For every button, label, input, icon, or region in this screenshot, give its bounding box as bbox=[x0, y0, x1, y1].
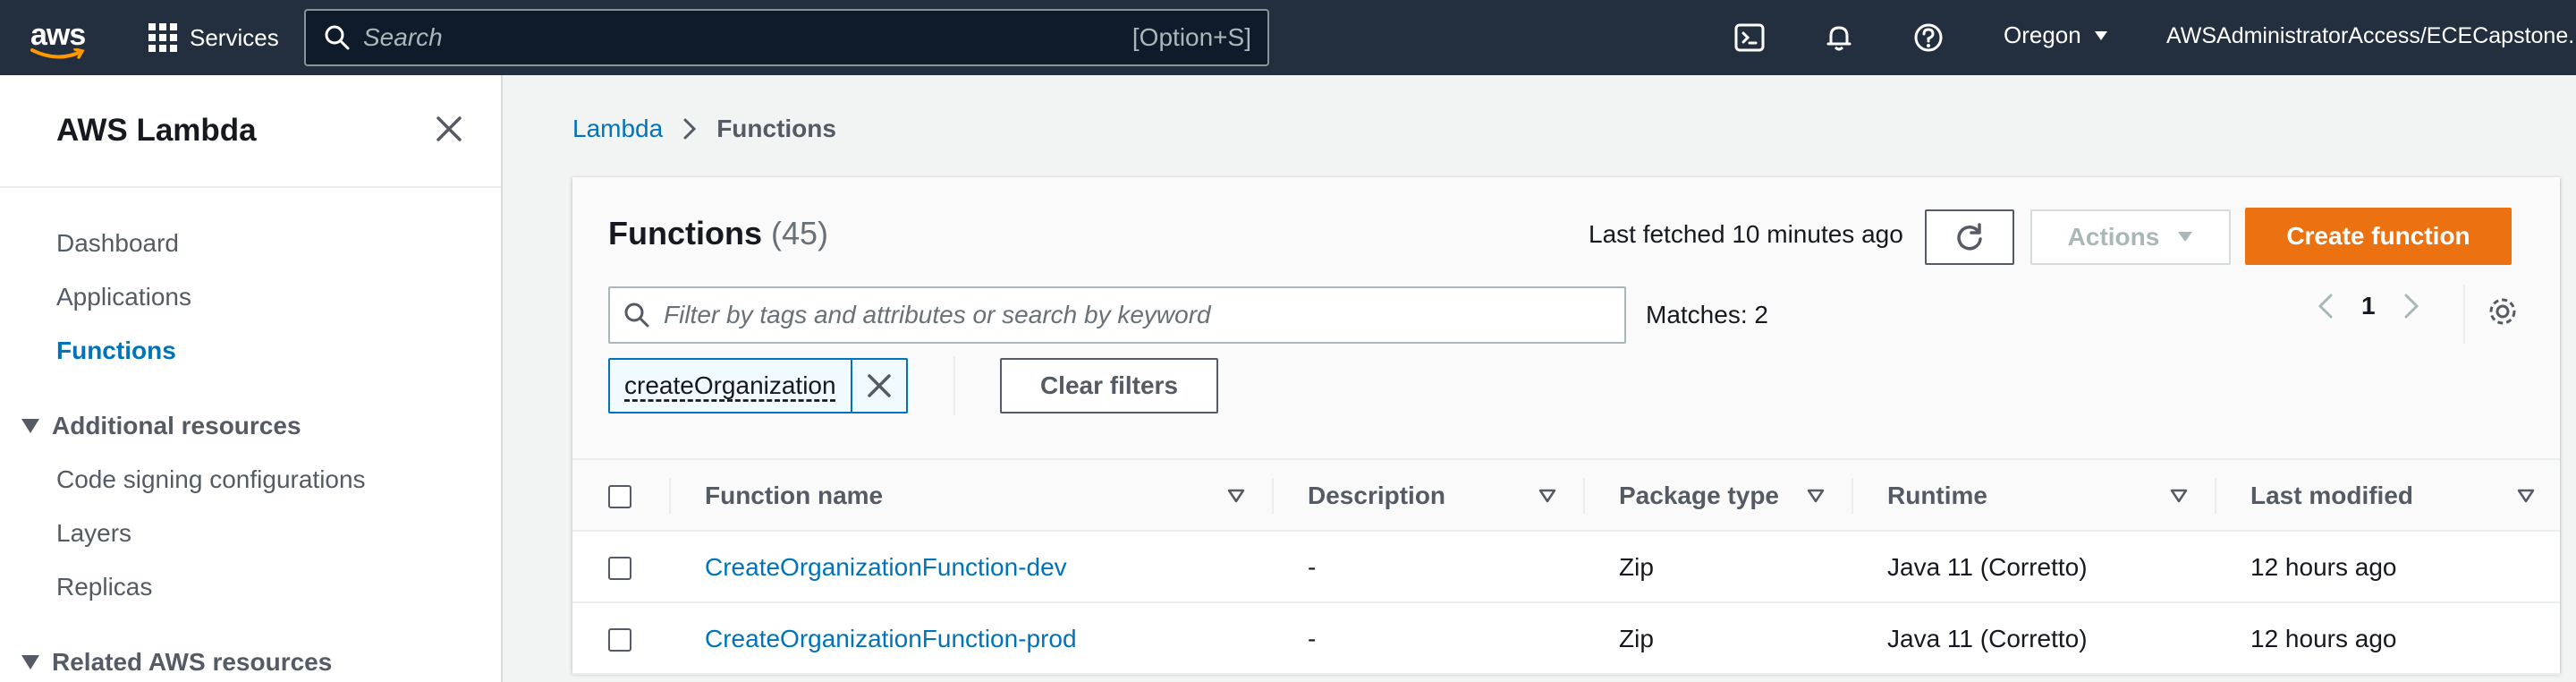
top-navigation-bar: aws Services [Option+S] bbox=[0, 0, 2576, 75]
sidebar-item-functions[interactable]: Functions bbox=[56, 337, 176, 365]
clear-filters-button[interactable]: Clear filters bbox=[1000, 358, 1218, 413]
function-description: - bbox=[1308, 625, 1317, 652]
function-name-link[interactable]: CreateOrganizationFunction-prod bbox=[705, 625, 1077, 653]
expand-caret-icon bbox=[21, 419, 39, 433]
grid-icon bbox=[148, 23, 177, 52]
sidebar-item-dashboard[interactable]: Dashboard bbox=[56, 229, 179, 258]
sidebar-section-label: Additional resources bbox=[52, 412, 301, 439]
filter-divider bbox=[953, 356, 955, 415]
services-menu-button[interactable]: Services bbox=[148, 20, 279, 55]
sort-icon[interactable] bbox=[1538, 489, 1556, 503]
chevron-right-icon[interactable] bbox=[2402, 293, 2420, 320]
help-icon[interactable] bbox=[1911, 20, 1946, 55]
remove-filter-token-button[interactable] bbox=[852, 360, 906, 412]
search-icon bbox=[325, 25, 350, 50]
chevron-right-icon bbox=[683, 118, 697, 140]
page-title: Functions (45) bbox=[608, 215, 828, 252]
current-page-number[interactable]: 1 bbox=[2361, 292, 2376, 320]
global-search-input[interactable] bbox=[363, 23, 1079, 52]
column-divider bbox=[1583, 478, 1585, 514]
close-icon bbox=[436, 116, 462, 141]
side-navigation: AWS Lambda Dashboard Applications Functi… bbox=[0, 75, 503, 682]
sidebar-section-additional-resources[interactable]: Additional resources bbox=[21, 412, 301, 440]
filter-token-label[interactable]: createOrganization bbox=[610, 360, 852, 412]
column-divider bbox=[1852, 478, 1853, 514]
sidebar-section-related-resources[interactable]: Related AWS resources bbox=[21, 648, 332, 677]
global-search-box[interactable]: [Option+S] bbox=[304, 9, 1269, 66]
filter-search-box[interactable] bbox=[608, 286, 1626, 344]
aws-smile-icon bbox=[30, 48, 85, 59]
refresh-icon bbox=[1957, 223, 1982, 251]
pagination: 1 bbox=[2317, 292, 2420, 320]
function-runtime: Java 11 (Corretto) bbox=[1887, 553, 2088, 581]
table-settings-button[interactable] bbox=[2487, 295, 2519, 332]
function-package-type: Zip bbox=[1619, 625, 1654, 652]
row-checkbox[interactable] bbox=[608, 557, 631, 580]
sort-icon[interactable] bbox=[1807, 489, 1825, 503]
aws-logo[interactable]: aws bbox=[29, 18, 91, 59]
sidebar-item-layers[interactable]: Layers bbox=[56, 519, 131, 548]
column-divider bbox=[1272, 478, 1274, 514]
table-row[interactable]: CreateOrganizationFunction-prod - Zip Ja… bbox=[572, 603, 2560, 675]
actions-dropdown-button[interactable]: Actions bbox=[2030, 209, 2231, 265]
function-name-link[interactable]: CreateOrganizationFunction-dev bbox=[705, 553, 1067, 582]
select-all-checkbox[interactable] bbox=[608, 485, 631, 508]
breadcrumb-lambda-link[interactable]: Lambda bbox=[572, 115, 663, 143]
column-header-function-name[interactable]: Function name bbox=[705, 482, 883, 510]
table-header: Function name Description Package type R… bbox=[572, 460, 2560, 532]
functions-panel: Functions (45) Last fetched 10 minutes a… bbox=[572, 177, 2560, 675]
sort-icon[interactable] bbox=[2170, 489, 2188, 503]
refresh-button[interactable] bbox=[1925, 209, 2014, 265]
sidebar-section-label: Related AWS resources bbox=[52, 648, 333, 676]
function-last-modified: 12 hours ago bbox=[2250, 553, 2397, 581]
caret-down-icon bbox=[2094, 30, 2107, 40]
sort-icon[interactable] bbox=[2517, 489, 2535, 503]
sidebar-item-applications[interactable]: Applications bbox=[56, 283, 191, 311]
search-icon bbox=[624, 303, 649, 328]
panel-header: Functions (45) Last fetched 10 minutes a… bbox=[572, 177, 2560, 460]
filter-input[interactable] bbox=[664, 301, 1558, 329]
region-label: Oregon bbox=[2004, 21, 2081, 48]
actions-label: Actions bbox=[2067, 223, 2160, 251]
sidebar-item-replicas[interactable]: Replicas bbox=[56, 573, 152, 601]
panel-title-text: Functions bbox=[608, 215, 762, 251]
column-header-package-type[interactable]: Package type bbox=[1619, 482, 1779, 510]
pager-divider bbox=[2463, 285, 2465, 344]
close-icon bbox=[867, 374, 891, 397]
last-fetched-text: Last fetched 10 minutes ago bbox=[1589, 220, 1903, 248]
row-checkbox[interactable] bbox=[608, 628, 631, 652]
cloudshell-icon[interactable] bbox=[1732, 20, 1767, 55]
breadcrumb-current: Functions bbox=[716, 115, 836, 142]
sidebar-title[interactable]: AWS Lambda bbox=[56, 113, 257, 149]
column-header-runtime[interactable]: Runtime bbox=[1887, 482, 1987, 510]
matches-count: Matches: 2 bbox=[1646, 301, 1768, 328]
caret-down-icon bbox=[2178, 232, 2193, 242]
column-divider bbox=[2215, 478, 2216, 514]
function-count: (45) bbox=[771, 215, 829, 251]
column-header-last-modified[interactable]: Last modified bbox=[2250, 482, 2413, 510]
function-package-type: Zip bbox=[1619, 553, 1654, 581]
region-selector[interactable]: Oregon bbox=[2004, 21, 2108, 49]
table-row[interactable]: CreateOrganizationFunction-dev - Zip Jav… bbox=[572, 532, 2560, 603]
chevron-left-icon[interactable] bbox=[2317, 293, 2334, 320]
create-function-button[interactable]: Create function bbox=[2245, 208, 2512, 265]
sidebar-item-code-signing[interactable]: Code signing configurations bbox=[56, 465, 366, 494]
search-shortcut-hint: [Option+S] bbox=[1131, 23, 1251, 51]
services-label: Services bbox=[190, 23, 279, 51]
sort-icon[interactable] bbox=[1227, 489, 1245, 503]
function-last-modified: 12 hours ago bbox=[2250, 625, 2397, 652]
sidebar-header: AWS Lambda bbox=[0, 75, 501, 188]
gear-icon bbox=[2489, 298, 2516, 325]
account-menu[interactable]: AWSAdministratorAccess/ECECapstone.Da bbox=[2166, 23, 2576, 49]
expand-caret-icon bbox=[21, 655, 39, 669]
function-runtime: Java 11 (Corretto) bbox=[1887, 625, 2088, 652]
function-description: - bbox=[1308, 553, 1317, 581]
breadcrumb: Lambda Functions bbox=[572, 115, 836, 143]
column-header-description[interactable]: Description bbox=[1308, 482, 1445, 510]
column-divider bbox=[669, 478, 671, 514]
sidebar-close-button[interactable] bbox=[431, 111, 467, 147]
notifications-bell-icon[interactable] bbox=[1821, 20, 1857, 55]
filter-token: createOrganization bbox=[608, 358, 908, 413]
